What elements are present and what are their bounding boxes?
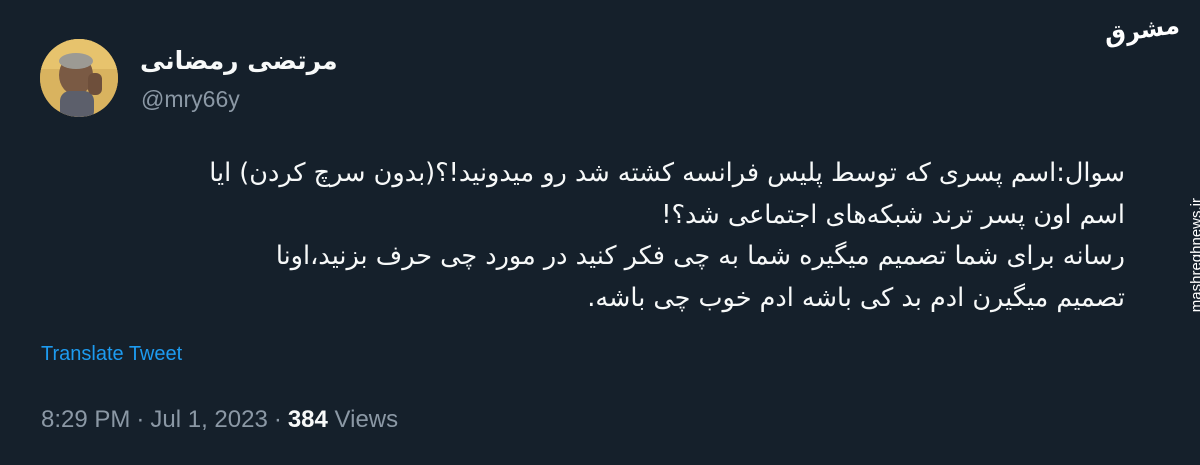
tweet-meta: 8:29 PM · Jul 1, 2023 · 384 Views: [41, 406, 398, 434]
tweet-time[interactable]: 8:29 PM: [41, 406, 130, 433]
author-handle[interactable]: @mry66y: [141, 86, 240, 113]
translate-tweet-link[interactable]: Translate Tweet: [41, 343, 182, 366]
tweet-text: سوال:اسم پسری که توسط پلیس فرانسه کشته ش…: [40, 153, 1125, 319]
meta-separator: ·: [136, 406, 145, 433]
watermark: مشرق mashreghnews.ir: [1103, 11, 1200, 312]
tweet-text-line: تصمیم میگیرن ادم بد کی باشه ادم خوب چی ب…: [587, 282, 1125, 313]
tweet-date[interactable]: Jul 1, 2023: [150, 406, 267, 433]
meta-separator: ·: [273, 406, 282, 433]
views-label[interactable]: Views: [335, 406, 399, 433]
avatar-photo-icon: [40, 39, 118, 117]
avatar[interactable]: [40, 39, 118, 117]
tweet-text-line: سوال:اسم پسری که توسط پلیس فرانسه کشته ش…: [209, 158, 1125, 188]
watermark-site: mashreghnews.ir: [1188, 198, 1200, 313]
tweet-text-line: اسم اون پسر ترند شبکه‌های اجتماعی شد؟!: [661, 199, 1125, 230]
author-name[interactable]: مرتضی رمضانی: [140, 46, 338, 75]
tweet-text-line: رسانه برای شما تصمیم میگیره شما به چی فک…: [275, 241, 1125, 271]
views-count[interactable]: 384: [288, 406, 328, 433]
tweet-card: مرتضی رمضانی @mry66y سوال:اسم پسری که تو…: [0, 0, 1200, 465]
watermark-logo: مشرق: [1102, 10, 1182, 50]
